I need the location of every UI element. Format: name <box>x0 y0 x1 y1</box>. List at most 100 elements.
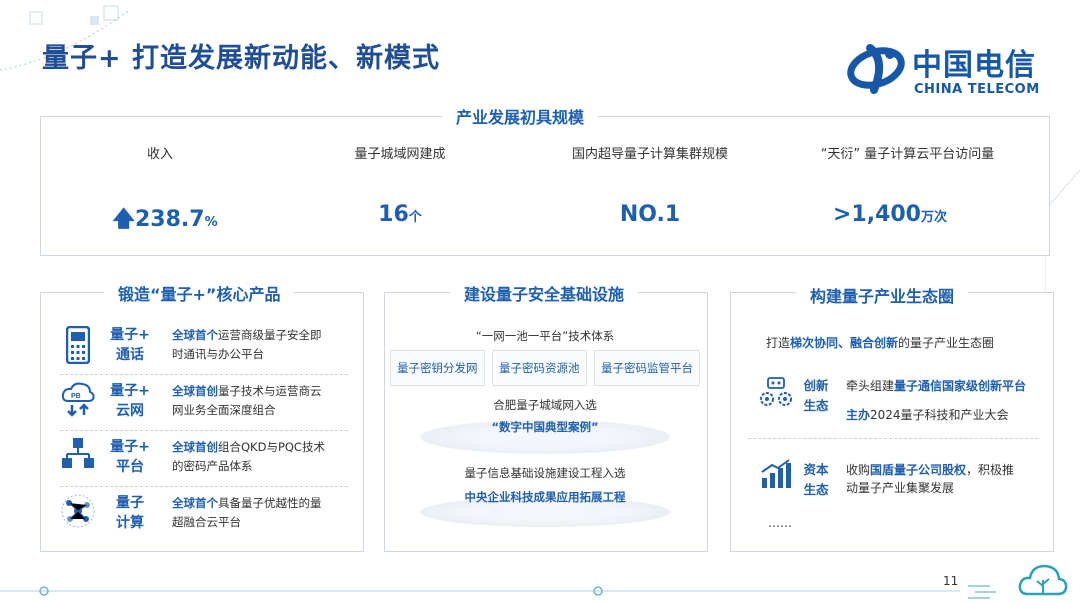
eco-capital-line1: 收购国盾量子公司股权，积极推 <box>846 461 1014 478</box>
stat-label-cluster-scale: 国内超导量子计算集群规模 <box>571 147 728 162</box>
arrow-up-icon: 🡅 <box>112 207 135 232</box>
product-desc: 全球首个具备量子优越性的量超融合云平台 <box>172 494 354 532</box>
tag-crypto-supervision: 量子密码监管平台 <box>594 350 700 386</box>
stat-label-metro-networks: 量子城域网建成 <box>354 147 446 162</box>
eco-innovation-line1: 牵头组建量子通信国家级创新平台 <box>846 377 1026 394</box>
product-highlight: 全球首个 <box>172 328 218 342</box>
china-telecom-logo-icon <box>847 44 905 94</box>
eco-intro-post: 的量子产业生态圈 <box>898 336 995 350</box>
eco-text-pre: 牵头组建 <box>846 379 895 393</box>
eco-text-highlight: 国盾量子公司股权 <box>870 463 967 477</box>
product-item: PB 量子+ 云网 全球首创量子技术与运营商云网业务全面深度组合 <box>54 379 354 429</box>
divider <box>60 486 348 487</box>
eco-text-post: 2024量子科技和产业大会 <box>870 408 1009 422</box>
products-section-title: 锻造“量子+”核心产品 <box>104 281 295 305</box>
product-name: 量子 计算 <box>104 493 156 533</box>
product-highlight: 全球首创 <box>172 384 218 398</box>
tag-qkd-network: 量子密钥分发网 <box>390 350 485 386</box>
stat-label-cloud-visits: “天衍” 量子计算云平台访问量 <box>820 147 995 162</box>
cloud-pb-icon: PB <box>61 382 95 417</box>
product-name-line1: 量子+ <box>110 327 150 343</box>
stat-value-revenue-number: 238.7 <box>135 207 205 232</box>
product-desc-line1: 量子技术与运营商云 <box>218 384 322 398</box>
eco-innovation-line2: 主办2024量子科技和产业大会 <box>846 406 1009 423</box>
divider <box>748 438 1038 439</box>
product-name: 量子+ 云网 <box>104 381 156 421</box>
eco-label-line2: 生态 <box>803 482 829 497</box>
eco-intro-highlight: 梯次协同、融合创新 <box>790 336 899 350</box>
product-name: 量子+ 通话 <box>104 325 156 365</box>
stat-value-cloud-visits: >1,400万次 <box>810 202 970 227</box>
product-name: 量子+ 平台 <box>104 437 156 477</box>
product-desc-line2: 网业务全面深度组合 <box>172 403 276 417</box>
stat-value-metro-networks-number: 16 <box>378 202 409 227</box>
product-item: 量子计算 全球首个具备量子优越性的量超融合云平台 <box>54 491 354 541</box>
network-hierarchy-icon <box>62 438 94 468</box>
logo-text-cn: 中国电信 <box>912 48 1036 83</box>
eco-text-post: 动量子产业集聚发展 <box>846 481 955 495</box>
product-name-line2: 计算 <box>116 515 144 531</box>
eco-section-title: 构建量子产业生态圈 <box>796 283 969 307</box>
eco-text-highlight: 量子通信国家级创新平台 <box>894 379 1027 393</box>
infra-section-title: 建设量子安全基础设施 <box>450 281 639 305</box>
stat-value-cloud-visits-number: >1,400 <box>832 202 921 227</box>
stat-unit-cloud-visits: 万次 <box>921 210 948 225</box>
product-desc: 全球首创组合QKD与PQC技术的密码产品体系 <box>172 438 354 476</box>
eco-label-line1: 创新 <box>803 378 829 393</box>
product-desc-line2: 超融合云平台 <box>172 515 241 529</box>
product-name-line2: 平台 <box>116 459 144 475</box>
divider <box>60 374 348 375</box>
eco-innovation-label: 创新 生态 <box>798 376 834 416</box>
product-desc-line2: 时通讯与办公平台 <box>172 347 264 361</box>
product-highlight: 全球首创 <box>172 440 218 454</box>
footer-decoration <box>0 585 996 599</box>
case2-line1: 量子信息基础设施建设工程入选 <box>464 466 626 480</box>
stat-value-metro-networks: 16个 <box>340 202 460 227</box>
eco-capital-line2: 动量子产业集聚发展 <box>846 479 954 496</box>
product-desc: 全球首个运营商级量子安全即时通讯与办公平台 <box>172 326 354 364</box>
product-name-line1: 量子+ <box>110 439 150 455</box>
china-telecom-logo: 中国电信 CHINA TELECOM <box>846 38 1051 100</box>
product-desc-line1: 组合QKD与PQC技术 <box>218 440 325 454</box>
scale-section-title: 产业发展初具规模 <box>442 104 599 128</box>
stat-unit-metro-networks: 个 <box>408 210 422 225</box>
eco-text-post: ，积极推 <box>966 463 1015 477</box>
innovation-gears-icon <box>760 377 792 406</box>
product-name-line1: 量子+ <box>110 383 150 399</box>
stat-unit-revenue: % <box>204 215 218 230</box>
product-item: 量子+ 通话 全球首个运营商级量子安全即时通讯与办公平台 <box>54 323 354 373</box>
case1-line2: “数字中国典型案例” <box>491 420 599 434</box>
phone-icon <box>66 326 90 364</box>
case2-line2: 中央企业科技成果应用拓展工程 <box>464 490 626 504</box>
stat-value-revenue: 🡅238.7% <box>90 202 240 240</box>
stat-label-revenue: 收入 <box>146 147 173 162</box>
stat-value-cluster-scale: NO.1 <box>590 202 710 227</box>
page-title: 量子+ 打造发展新动能、新模式 <box>42 43 441 74</box>
product-desc-line1: 具备量子优越性的量 <box>218 496 322 510</box>
product-name-line1: 量子 <box>116 495 144 511</box>
divider <box>60 430 348 431</box>
tech-system-label: “一网一池一平台”技术体系 <box>475 329 615 343</box>
product-name-line2: 通话 <box>116 347 144 363</box>
eco-capital-label: 资本 生态 <box>798 460 834 500</box>
product-desc: 全球首创量子技术与运营商云网业务全面深度组合 <box>172 382 354 420</box>
quantum-atom-icon <box>61 494 95 528</box>
eco-label-line1: 资本 <box>803 462 829 477</box>
bar-chart-growth-icon <box>761 459 791 488</box>
cloud-tree-icon <box>1018 564 1068 596</box>
eco-text-highlight: 主办 <box>846 408 871 422</box>
page-number: 11 <box>943 574 959 588</box>
stat-value-cluster-scale-number: NO.1 <box>619 202 681 227</box>
product-name-line2: 云网 <box>116 403 144 419</box>
logo-text-en: CHINA TELECOM <box>914 82 1040 97</box>
eco-label-line2: 生态 <box>803 398 829 413</box>
eco-intro-pre: 打造 <box>766 336 791 350</box>
product-desc-line1: 运营商级量子安全即 <box>218 328 322 342</box>
product-highlight: 全球首个 <box>172 496 218 510</box>
eco-more: …… <box>768 516 792 530</box>
eco-text-pre: 收购 <box>846 463 871 477</box>
tag-crypto-pool: 量子密码资源池 <box>492 350 587 386</box>
eco-intro: 打造梯次协同、融合创新的量子产业生态圈 <box>766 334 994 351</box>
product-desc-line2: 的密码产品体系 <box>172 459 253 473</box>
product-item: 量子+ 平台 全球首创组合QKD与PQC技术的密码产品体系 <box>54 435 354 485</box>
